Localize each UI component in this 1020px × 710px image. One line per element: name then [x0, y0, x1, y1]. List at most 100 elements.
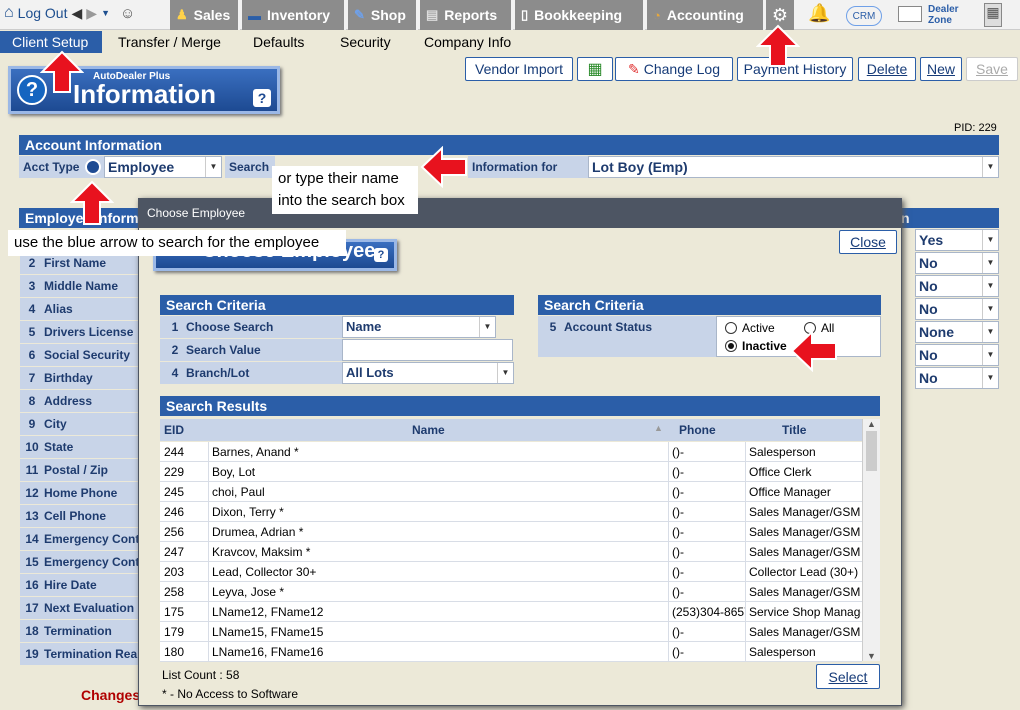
subnav-company-info[interactable]: Company Info	[412, 31, 523, 53]
wrench-icon: ✎	[354, 7, 365, 22]
delete-button[interactable]: Delete	[858, 57, 916, 81]
criteria-label: 4 Branch/Lot	[160, 362, 342, 384]
employee-field-row: 9 City	[20, 413, 140, 435]
table-row[interactable]: 203 Lead, Collector 30+ ()- Collector Lead …	[160, 562, 862, 582]
new-button[interactable]: New	[920, 57, 962, 81]
excel-export-button[interactable]: ▦	[577, 57, 613, 81]
change-log-button[interactable]: ✎ Change Log	[615, 57, 733, 81]
list-count: List Count : 58	[162, 668, 240, 682]
bell-icon[interactable]: 🔔	[808, 3, 830, 24]
chevron-down-icon: ▼	[982, 253, 998, 273]
crm-icon[interactable]: CRM	[846, 6, 882, 26]
dealer-zone-icon	[898, 6, 922, 22]
employee-field-row: 6Social Security #	[20, 344, 140, 384]
chevron-down-icon: ▼	[982, 299, 998, 319]
info-for-select[interactable]: Lot Boy (Emp) ▼	[588, 156, 999, 178]
tab-inventory[interactable]: ▬ Inventory	[242, 0, 346, 30]
search-criteria-header: Search Criteria	[160, 295, 514, 315]
help-icon[interactable]: ?	[253, 89, 271, 107]
dropdown-icon[interactable]: ▼	[101, 8, 110, 18]
no-access-note: * - No Access to Software	[162, 687, 299, 701]
results-scrollbar[interactable]: ▲ ▼	[862, 419, 880, 661]
employee-field-row: 16 Hire Date	[20, 574, 140, 596]
employee-field-row: 19 Termination Rea	[20, 643, 140, 665]
search-label: Search	[225, 156, 275, 178]
table-row[interactable]: 179 LName15, FName15 ()- Sales Manager/GSM	[160, 622, 862, 642]
table-row[interactable]: 180 LName16, FName16 ()- Salesperson	[160, 642, 862, 662]
table-row[interactable]: 258 Leyva, Jose * ()- Sales Manager/GSM	[160, 582, 862, 602]
close-button[interactable]: Close	[839, 230, 897, 254]
employee-option-select[interactable]: No ▼	[915, 252, 999, 274]
tab-reports[interactable]: ▤ Reports	[420, 0, 513, 30]
employee-option-select[interactable]: No ▼	[915, 367, 999, 389]
employee-field-row: 18Termination Date	[20, 620, 140, 660]
back-arrow-icon[interactable]: ◀	[72, 5, 83, 22]
chevron-down-icon: ▼	[982, 276, 998, 296]
employee-field-row: 12 Home Phone	[20, 482, 140, 504]
subnav-transfer-merge[interactable]: Transfer / Merge	[106, 31, 233, 53]
blue-search-arrow-icon[interactable]	[85, 159, 101, 175]
table-row[interactable]: 256 Drumea, Adrian * ()- Sales Manager/GSM	[160, 522, 862, 542]
employee-option-select[interactable]: Yes ▼	[915, 229, 999, 251]
table-row[interactable]: 244 Barnes, Anand * ()- Salesperson	[160, 442, 862, 462]
tab-sales[interactable]: ♟ Sales	[170, 0, 240, 30]
table-row[interactable]: 246 Dixon, Terry * ()- Sales Manager/GSM	[160, 502, 862, 522]
employee-field-row: 17 Next Evaluation	[20, 597, 140, 619]
vendor-import-button[interactable]: Vendor Import	[465, 57, 573, 81]
save-button[interactable]: Save	[966, 57, 1018, 81]
employee-field-row: 5 Drivers License	[20, 321, 140, 343]
account-status-label: 5 Account Status	[538, 316, 716, 357]
scroll-down-icon[interactable]: ▼	[863, 651, 880, 661]
search-box-callout: or type their name into the search box	[272, 166, 418, 214]
acct-type-select[interactable]: Employee ▼	[104, 156, 222, 178]
tab-bookkeeping[interactable]: ▯ Bookkeeping	[515, 0, 645, 30]
subnav-security[interactable]: Security	[328, 31, 403, 53]
red-arrow-up-3	[70, 180, 114, 225]
employee-option-select[interactable]: None ▼	[915, 321, 999, 343]
select-button[interactable]: Select	[816, 664, 880, 689]
table-row[interactable]: 175 LName12, FName12 (253)304-8657 Service …	[160, 602, 862, 622]
table-row[interactable]: 245 choi, Paul ()- Office Manager	[160, 482, 862, 502]
notepad-icon: ✎	[627, 60, 640, 77]
pie-chart-icon: ◔	[653, 7, 661, 23]
help-icon[interactable]: ?	[374, 248, 388, 262]
employee-option-select[interactable]: No ▼	[915, 298, 999, 320]
red-arrow-up-1	[40, 50, 84, 93]
employee-field-row: 15 Emergency Cont	[20, 551, 140, 573]
choose-search-select[interactable]: Name ▼	[342, 316, 496, 338]
tab-shop[interactable]: ✎ Shop	[348, 0, 418, 30]
radio-inactive[interactable]: Inactive	[725, 339, 787, 353]
chevron-down-icon: ▼	[982, 322, 998, 342]
chevron-down-icon: ▼	[497, 363, 513, 383]
branch-lot-select[interactable]: All Lots ▼	[342, 362, 514, 384]
scroll-up-icon[interactable]: ▲	[863, 419, 880, 429]
scroll-thumb[interactable]	[866, 431, 877, 471]
forward-arrow-icon[interactable]: ▶	[86, 5, 97, 22]
user-face-icon[interactable]: ☺	[120, 5, 135, 22]
account-info-header: Account Information	[19, 135, 999, 155]
home-icon: ⌂	[4, 4, 14, 21]
page-title: Information	[73, 79, 216, 109]
chevron-down-icon: ▼	[982, 345, 998, 365]
dealer-zone-link[interactable]: Dealer Zone	[928, 4, 968, 26]
search-value-input[interactable]	[342, 339, 513, 361]
table-row[interactable]: 247 Kravcov, Maksim * ()- Sales Manager/GSM	[160, 542, 862, 562]
search-results-header: Search Results	[160, 396, 880, 416]
chevron-down-icon: ▼	[982, 368, 998, 388]
red-arrow-left-2	[790, 330, 837, 372]
info-for-label: Information for	[468, 156, 588, 178]
employee-field-row: 8 Address	[20, 390, 140, 412]
calculator-icon[interactable]: ▦	[984, 3, 1002, 27]
spreadsheet-icon: ▦	[587, 61, 603, 78]
tab-accounting[interactable]: ◔ Accounting	[647, 0, 765, 30]
table-row[interactable]: 229 Boy, Lot ()- Office Clerk	[160, 462, 862, 482]
employee-field-row: 11 Postal / Zip	[20, 459, 140, 481]
results-column-headers: EID Name ▲ Phone Title	[160, 419, 862, 441]
employee-option-select[interactable]: No ▼	[915, 275, 999, 297]
employee-option-select[interactable]: No ▼	[915, 344, 999, 366]
radio-active[interactable]: Active	[725, 321, 775, 335]
employee-field-row: 4 Alias	[20, 298, 140, 320]
subnav-defaults[interactable]: Defaults	[241, 31, 316, 53]
red-arrow-left-1	[420, 146, 467, 188]
logout-link[interactable]: ⌂ Log Out ◀ ▶ ▼ ☺	[4, 4, 135, 22]
